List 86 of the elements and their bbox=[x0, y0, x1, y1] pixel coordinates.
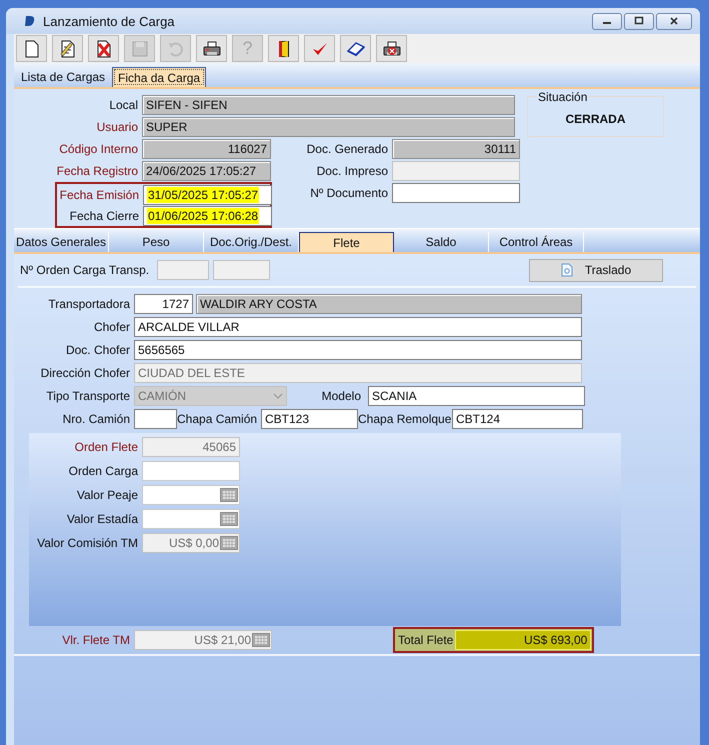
field-label: Valor Estadía bbox=[66, 512, 139, 526]
toolbar-button[interactable] bbox=[340, 35, 371, 62]
calculator-icon[interactable] bbox=[220, 512, 238, 526]
close-icon bbox=[669, 16, 679, 26]
text-field[interactable]: CBT124 bbox=[452, 408, 583, 428]
caret-icon bbox=[273, 392, 283, 398]
tab[interactable]: Saldo bbox=[394, 232, 489, 252]
text-field[interactable]: 116027 bbox=[142, 139, 271, 159]
text-field[interactable] bbox=[142, 485, 240, 505]
text-field[interactable]: WALDIR ARY COSTA bbox=[196, 294, 582, 314]
tab[interactable]: Ficha da Carga bbox=[112, 67, 206, 87]
field-label: Valor Peaje bbox=[76, 488, 139, 502]
text-field[interactable]: US$ 21,00 bbox=[134, 630, 272, 650]
calculator-icon[interactable] bbox=[252, 633, 270, 647]
tab[interactable]: Flete bbox=[299, 232, 394, 252]
text-field[interactable]: 45065 bbox=[142, 437, 240, 457]
tab[interactable]: Peso bbox=[109, 232, 204, 252]
field-label: Nº Orden Carga Transp. bbox=[19, 263, 150, 277]
document-icon bbox=[560, 263, 573, 277]
toolbar-button[interactable] bbox=[268, 35, 299, 62]
field-label: Vlr. Flete TM bbox=[61, 633, 131, 647]
text-field[interactable] bbox=[142, 461, 240, 481]
maximize-icon bbox=[634, 16, 644, 26]
app-icon bbox=[24, 15, 36, 27]
field-label: Chapa Camión bbox=[177, 412, 258, 426]
text-field[interactable] bbox=[213, 260, 270, 280]
field-label: Nro. Camión bbox=[62, 412, 131, 426]
status-value: CERRADA bbox=[566, 112, 626, 126]
field-label: Valor Comisión TM bbox=[36, 536, 139, 550]
group-title: Situación bbox=[537, 90, 588, 104]
toolbar-button[interactable] bbox=[196, 35, 227, 62]
field-label: Nº Documento bbox=[309, 186, 389, 200]
text-field[interactable]: SCANIA bbox=[368, 386, 585, 406]
maximize-button[interactable] bbox=[624, 12, 654, 30]
minimize-button[interactable] bbox=[592, 12, 622, 30]
field-label: Fecha Emisión bbox=[58, 188, 140, 202]
text-field[interactable]: 31/05/2025 17:05:27 bbox=[143, 184, 272, 204]
text-field[interactable]: 1727 bbox=[134, 294, 193, 314]
window-title: Lanzamiento de Carga bbox=[43, 14, 175, 28]
field-label: Chofer bbox=[92, 320, 131, 334]
tab[interactable]: Lista de Cargas bbox=[16, 67, 110, 87]
text-field[interactable] bbox=[142, 509, 240, 529]
text-field[interactable]: US$ 693,00 bbox=[455, 630, 592, 650]
field-label: Orden Flete bbox=[74, 440, 139, 454]
field-label: Código Interno bbox=[58, 142, 139, 156]
printer-icon bbox=[202, 38, 222, 58]
printer-cross-icon bbox=[382, 38, 402, 58]
text-field[interactable]: 01/06/2025 17:06:28 bbox=[143, 206, 272, 226]
text-field[interactable] bbox=[157, 260, 210, 280]
field-label: Doc. Chofer bbox=[64, 342, 131, 356]
field-label: Tipo Transporte bbox=[45, 388, 131, 402]
text-field[interactable]: ARCALDE VILLAR bbox=[134, 316, 582, 336]
field-label: Orden Carga bbox=[68, 464, 139, 478]
toolbar-button[interactable] bbox=[88, 35, 119, 62]
text-field[interactable]: 30111 bbox=[392, 139, 520, 159]
text-field[interactable]: 24/06/2025 17:05:27 bbox=[142, 161, 271, 181]
toolbar-button[interactable] bbox=[52, 35, 83, 62]
calculator-icon[interactable] bbox=[220, 488, 238, 502]
field-label: Doc. Generado bbox=[306, 142, 389, 156]
field-label: Doc. Impreso bbox=[316, 164, 389, 178]
field-label: Dirección Chofer bbox=[40, 366, 131, 380]
text-field[interactable] bbox=[134, 408, 177, 428]
page-pencil-icon bbox=[58, 38, 78, 58]
toolbar-button[interactable] bbox=[16, 35, 47, 62]
calculator-icon[interactable] bbox=[220, 536, 238, 550]
text-field[interactable]: SIFEN - SIFEN bbox=[142, 95, 515, 115]
field-label: Fecha Cierre bbox=[68, 208, 140, 222]
text-field[interactable] bbox=[392, 183, 520, 203]
floppy-icon bbox=[130, 38, 150, 58]
field-label: Total Flete bbox=[397, 633, 454, 647]
toolbar-button[interactable] bbox=[376, 35, 407, 62]
close-button[interactable] bbox=[656, 12, 692, 30]
text-field[interactable]: US$ 0,00 bbox=[142, 533, 240, 553]
field-label: Transportadora bbox=[47, 296, 131, 310]
field-label: Fecha Registro bbox=[56, 164, 139, 178]
field-label: Usuario bbox=[96, 120, 139, 134]
text-field[interactable]: CBT123 bbox=[261, 408, 358, 428]
traslado-button[interactable]: Traslado bbox=[529, 258, 663, 282]
text-field[interactable]: CIUDAD DEL ESTE bbox=[134, 362, 582, 382]
tab[interactable]: Datos Generales bbox=[14, 232, 109, 252]
field-label: Modelo bbox=[320, 388, 362, 402]
text-field[interactable]: 5656565 bbox=[134, 340, 582, 360]
field-label: Local bbox=[108, 98, 139, 112]
text-field[interactable]: SUPER bbox=[142, 117, 515, 137]
text-field[interactable] bbox=[392, 161, 520, 181]
tab[interactable]: Control Áreas bbox=[489, 232, 584, 252]
